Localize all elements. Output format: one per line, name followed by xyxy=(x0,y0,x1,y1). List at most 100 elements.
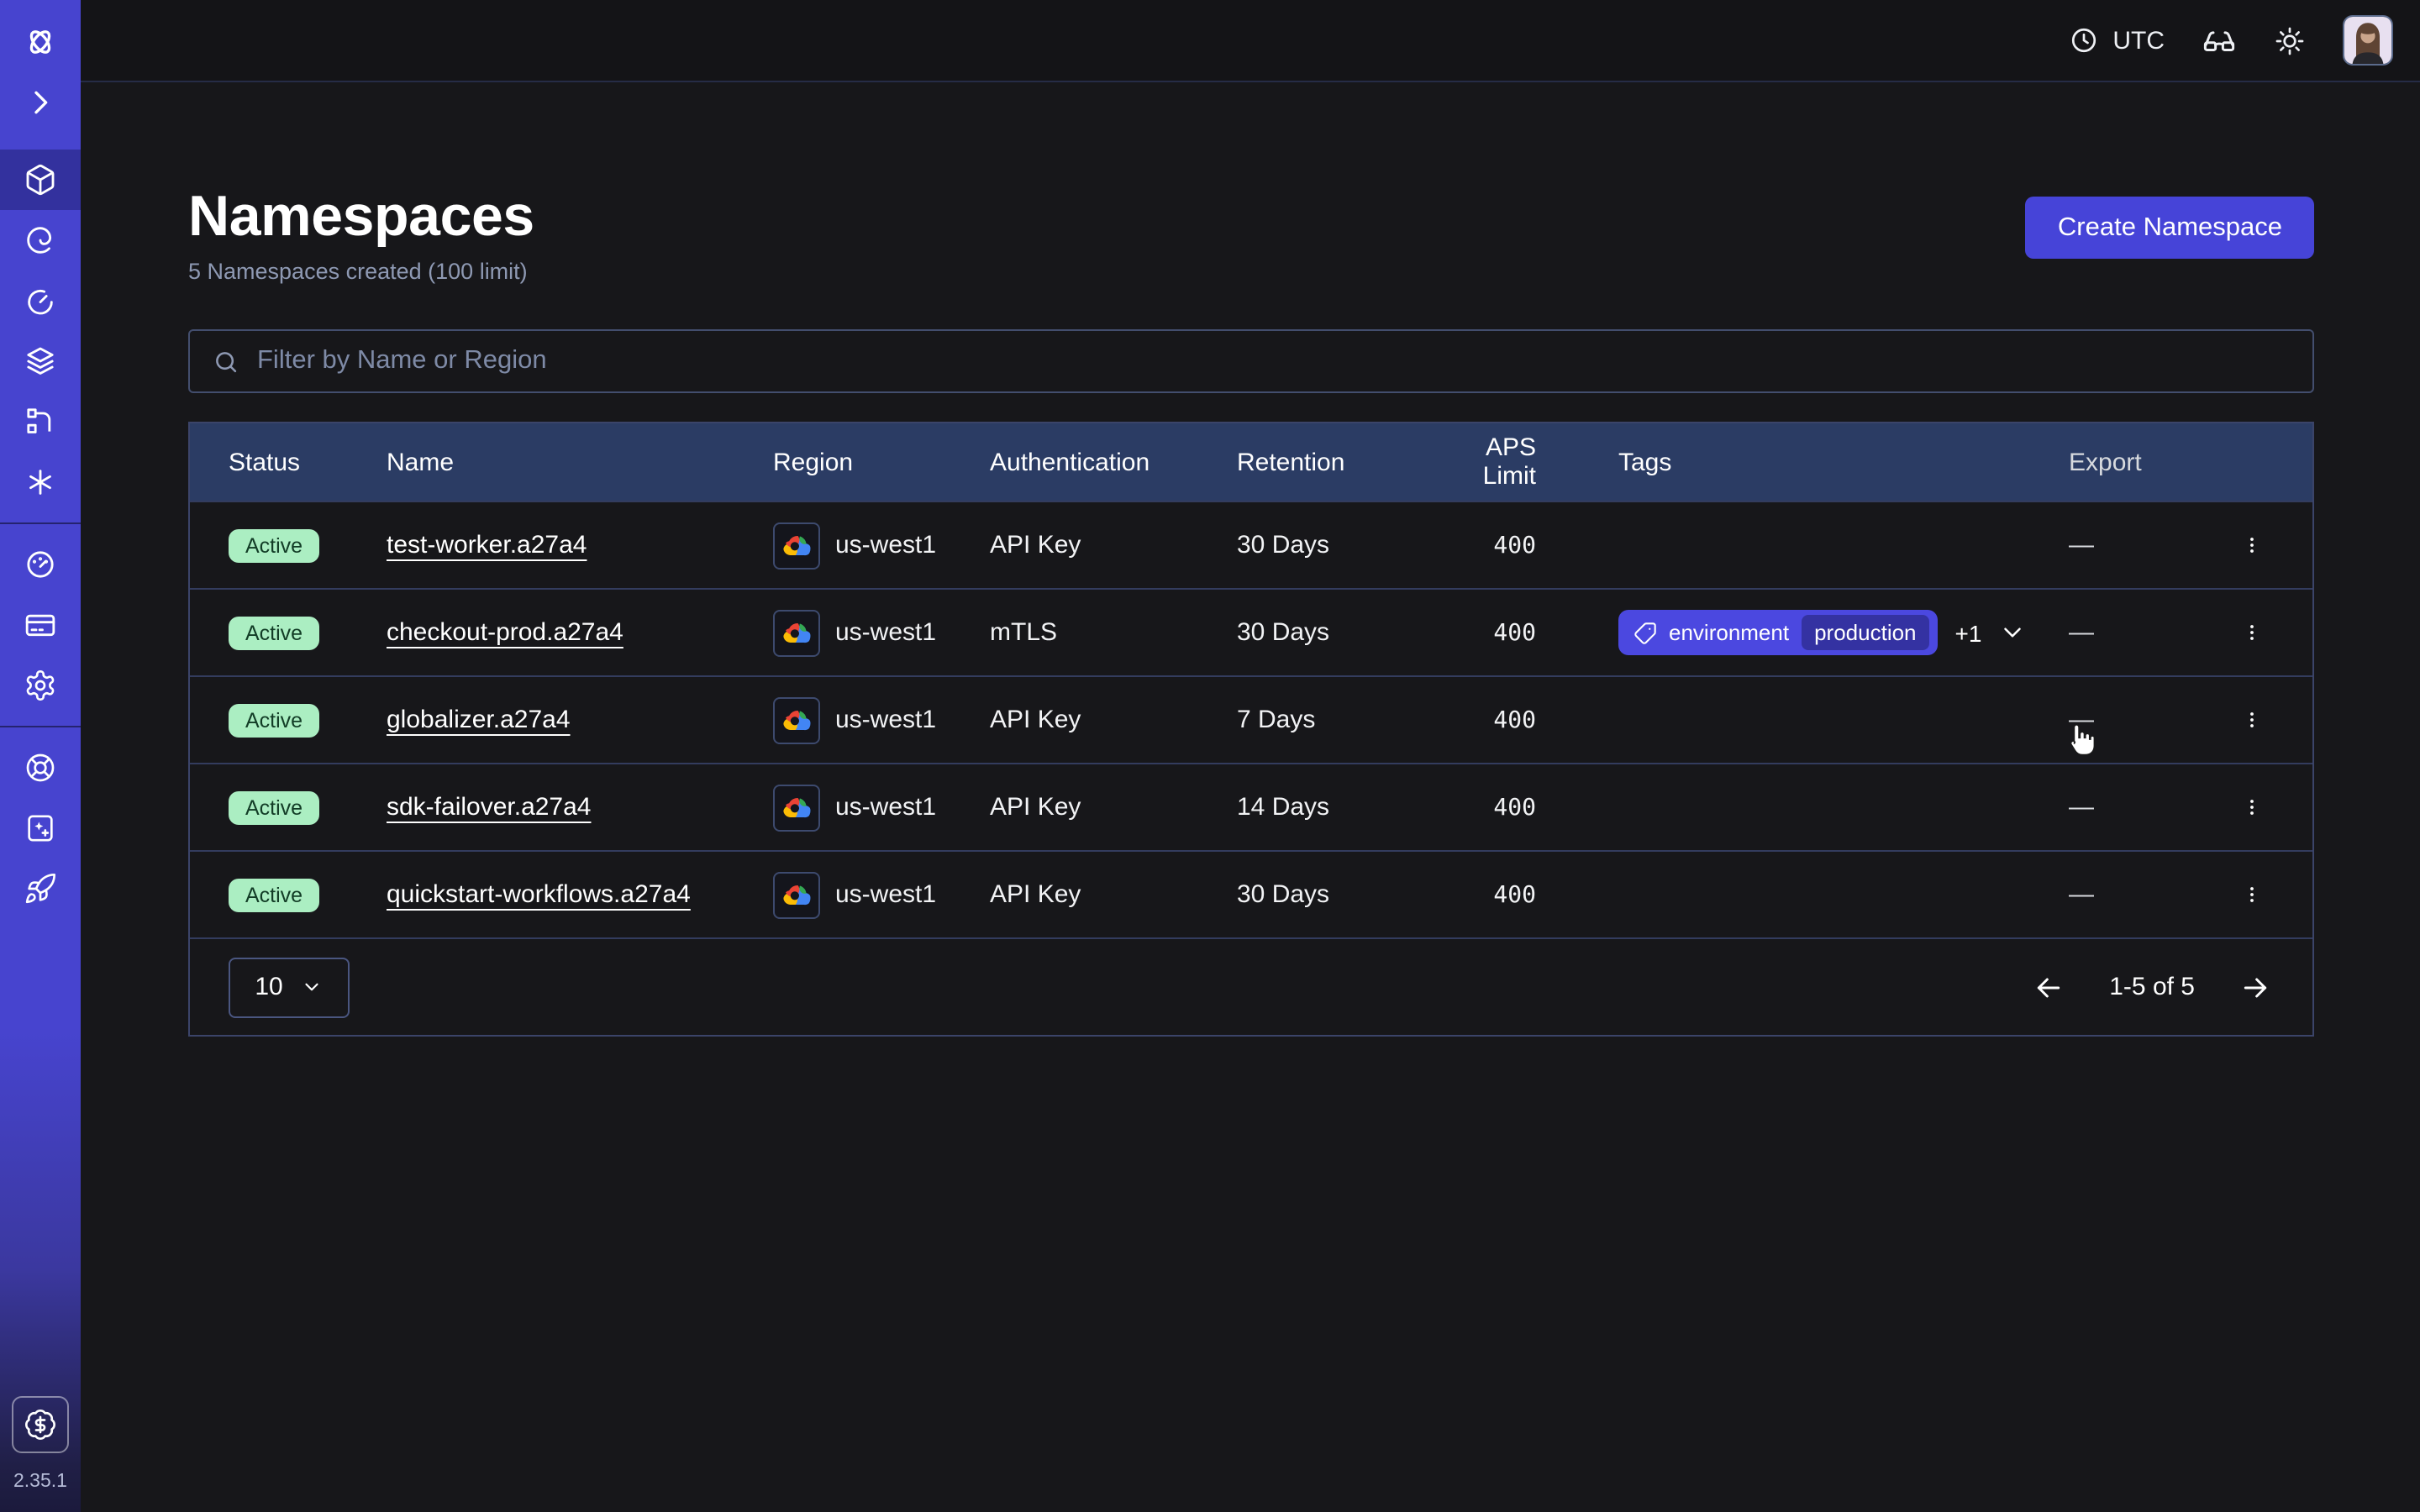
namespaces-table: Status Name Region Authentication Retent… xyxy=(188,422,2314,1037)
status-badge: Active xyxy=(229,528,319,562)
tag-key: environment xyxy=(1669,620,1789,645)
auth-cell: mTLS xyxy=(990,618,1237,647)
sidebar-item-docs[interactable] xyxy=(0,798,81,858)
sidebar-divider xyxy=(0,726,81,727)
table-row: Active sdk-failover.a27a4 us-west1 API K… xyxy=(190,763,2312,850)
row-menu-button[interactable] xyxy=(2231,612,2271,653)
tag-icon xyxy=(1634,621,1657,644)
tag-pill[interactable]: environment production xyxy=(1618,610,1939,655)
tag-more-count: +1 xyxy=(1955,619,1982,646)
table-row: Active globalizer.a27a4 us-west1 API Key… xyxy=(190,675,2312,763)
filter-input[interactable] xyxy=(190,329,2312,393)
sidebar-item-support[interactable] xyxy=(0,738,81,798)
search-icon xyxy=(212,347,240,375)
region-label: us-west1 xyxy=(835,880,936,909)
namespace-link[interactable]: test-worker.a27a4 xyxy=(387,531,587,559)
column-header-retention: Retention xyxy=(1237,448,1432,476)
credits-button[interactable] xyxy=(12,1396,69,1453)
namespace-link[interactable]: checkout-prod.a27a4 xyxy=(387,618,623,647)
sidebar-item-settings[interactable] xyxy=(0,655,81,716)
user-avatar[interactable] xyxy=(2343,15,2393,66)
region-cell: us-west1 xyxy=(773,784,990,831)
pagination-range-label: 1-5 of 5 xyxy=(2109,973,2195,1001)
aps-limit-cell: 400 xyxy=(1432,619,1536,646)
retention-cell: 30 Days xyxy=(1237,531,1432,559)
gcp-cloud-icon xyxy=(773,609,820,656)
chevron-down-icon xyxy=(1998,618,2027,647)
gcp-cloud-icon xyxy=(773,696,820,743)
row-menu-button[interactable] xyxy=(2231,525,2271,565)
sidebar-item-schedules[interactable] xyxy=(0,270,81,331)
table-footer: 10 1-5 of 5 xyxy=(190,937,2312,1035)
retention-cell: 7 Days xyxy=(1237,706,1432,734)
region-label: us-west1 xyxy=(835,531,936,559)
app-window: 2.35.1 UTC xyxy=(0,0,2420,1512)
sidebar-divider xyxy=(0,522,81,524)
column-header-status: Status xyxy=(229,448,387,476)
namespace-count-label: 5 Namespaces created (100 limit) xyxy=(188,259,534,284)
status-badge: Active xyxy=(229,703,319,737)
row-menu-button[interactable] xyxy=(2231,874,2271,915)
namespace-link[interactable]: quickstart-workflows.a27a4 xyxy=(387,880,691,909)
retention-cell: 30 Days xyxy=(1237,618,1432,647)
previous-page-button[interactable] xyxy=(2032,970,2065,1004)
sidebar: 2.35.1 xyxy=(0,0,81,1512)
sidebar-item-namespaces[interactable] xyxy=(0,150,81,210)
aps-limit-cell: 400 xyxy=(1432,881,1536,908)
credit-card-icon xyxy=(24,608,57,642)
region-cell: us-west1 xyxy=(773,609,990,656)
sidebar-item-deployments[interactable] xyxy=(0,331,81,391)
row-menu-button[interactable] xyxy=(2231,700,2271,740)
sidebar-item-billing[interactable] xyxy=(0,595,81,655)
kebab-icon xyxy=(2241,531,2261,559)
region-label: us-west1 xyxy=(835,793,936,822)
aps-limit-cell: 400 xyxy=(1432,532,1536,559)
kebab-icon xyxy=(2241,880,2261,909)
arrow-left-icon xyxy=(2032,970,2065,1004)
chevron-down-icon xyxy=(302,976,324,998)
sidebar-item-usage[interactable] xyxy=(0,534,81,595)
column-header-tags: Tags xyxy=(1536,448,2069,476)
page-size-select[interactable]: 10 xyxy=(229,957,350,1017)
sidebar-item-nexus[interactable] xyxy=(0,452,81,512)
timer-icon xyxy=(24,284,57,318)
branch-icon xyxy=(24,405,57,438)
status-badge: Active xyxy=(229,616,319,649)
auth-cell: API Key xyxy=(990,531,1237,559)
row-menu-button[interactable] xyxy=(2231,787,2271,827)
sidebar-item-batch-operations[interactable] xyxy=(0,391,81,452)
docs-sparkle-icon xyxy=(24,811,57,845)
tags-expand-chevron[interactable] xyxy=(1998,618,2027,647)
theme-toggle-button[interactable] xyxy=(2274,24,2306,56)
column-header-authentication: Authentication xyxy=(990,448,1237,476)
table-row: Active quickstart-workflows.a27a4 us-wes… xyxy=(190,850,2312,937)
sidebar-expand-button[interactable] xyxy=(0,72,81,133)
retention-cell: 14 Days xyxy=(1237,793,1432,822)
namespace-link[interactable]: globalizer.a27a4 xyxy=(387,706,571,734)
status-badge: Active xyxy=(229,878,319,911)
aps-limit-cell: 400 xyxy=(1432,706,1536,733)
badge-dollar-icon xyxy=(24,1408,57,1441)
column-header-region: Region xyxy=(773,448,990,476)
create-namespace-button[interactable]: Create Namespace xyxy=(2026,197,2314,259)
column-header-export: Export xyxy=(2069,448,2190,476)
column-header-name: Name xyxy=(387,448,773,476)
namespace-link[interactable]: sdk-failover.a27a4 xyxy=(387,793,592,822)
region-cell: us-west1 xyxy=(773,522,990,569)
region-label: us-west1 xyxy=(835,618,936,647)
timezone-selector[interactable]: UTC xyxy=(2069,25,2165,55)
temporal-logo[interactable] xyxy=(0,12,81,72)
timezone-label: UTC xyxy=(2112,26,2165,55)
labs-toggle-button[interactable] xyxy=(2202,23,2237,58)
sidebar-item-getting-started[interactable] xyxy=(0,858,81,919)
export-cell: — xyxy=(2069,793,2190,822)
next-page-button[interactable] xyxy=(2238,970,2272,1004)
gcp-cloud-icon xyxy=(773,522,820,569)
export-cell: — xyxy=(2069,880,2190,909)
table-row: Active checkout-prod.a27a4 us-west1 mTLS… xyxy=(190,588,2312,675)
topbar: UTC xyxy=(81,0,2420,82)
spiral-icon xyxy=(24,223,57,257)
sidebar-item-workflows[interactable] xyxy=(0,210,81,270)
auth-cell: API Key xyxy=(990,880,1237,909)
table-row: Active test-worker.a27a4 us-west1 API Ke… xyxy=(190,501,2312,588)
